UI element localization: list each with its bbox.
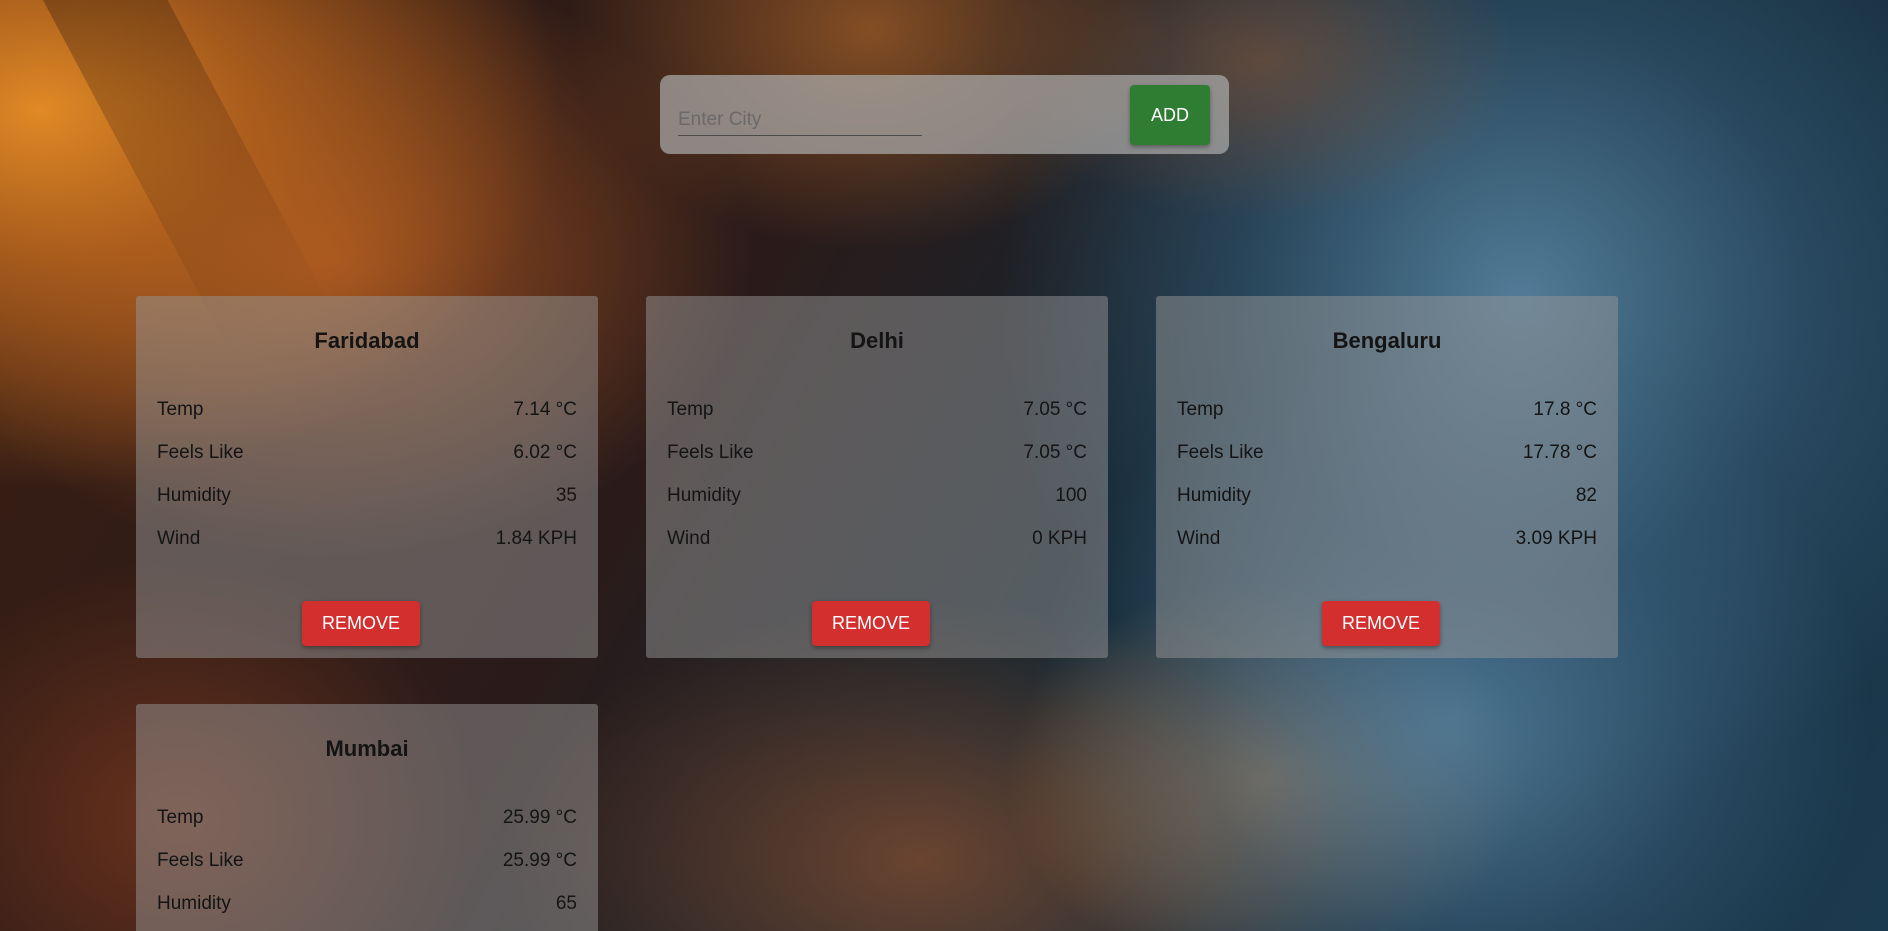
- wind-value: 3.09 KPH: [1515, 528, 1597, 549]
- city-name: Faridabad: [314, 328, 420, 353]
- wind-label: Wind: [667, 528, 711, 549]
- temp-row: Temp 17.8 °C: [1177, 399, 1597, 425]
- feels-like-row: Feels Like 25.99 °C: [157, 850, 577, 876]
- city-name: Delhi: [850, 328, 904, 353]
- temp-value: 17.8 °C: [1533, 399, 1597, 420]
- feels-like-value: 7.05 °C: [1023, 442, 1087, 463]
- wind-value: 1.84 KPH: [495, 528, 577, 549]
- wind-row: Wind 3.09 KPH: [1177, 528, 1597, 554]
- temp-label: Temp: [1177, 399, 1224, 420]
- temp-row: Temp 7.05 °C: [667, 399, 1087, 425]
- feels-like-value: 17.78 °C: [1522, 442, 1597, 463]
- humidity-row: Humidity 82: [1177, 485, 1597, 511]
- humidity-row: Humidity 65: [157, 893, 577, 919]
- humidity-label: Humidity: [1177, 485, 1251, 506]
- humidity-row: Humidity 100: [667, 485, 1087, 511]
- wind-label: Wind: [157, 528, 201, 549]
- remove-button[interactable]: REMOVE: [302, 601, 420, 646]
- humidity-value: 35: [555, 485, 577, 506]
- city-name: Mumbai: [325, 736, 409, 761]
- weather-card: Faridabad Temp 7.14 °C Feels Like 6.02 °…: [136, 296, 598, 658]
- feels-like-row: Feels Like 17.78 °C: [1177, 442, 1597, 468]
- temp-label: Temp: [157, 399, 204, 420]
- temp-value: 25.99 °C: [502, 807, 577, 828]
- remove-button[interactable]: REMOVE: [812, 601, 930, 646]
- weather-card: Delhi Temp 7.05 °C Feels Like 7.05 °C Hu…: [646, 296, 1108, 658]
- wind-value: 0 KPH: [1032, 528, 1087, 549]
- feels-like-value: 6.02 °C: [513, 442, 577, 463]
- feels-like-row: Feels Like 6.02 °C: [157, 442, 577, 468]
- humidity-row: Humidity 35: [157, 485, 577, 511]
- weather-card: Mumbai Temp 25.99 °C Feels Like 25.99 °C…: [136, 704, 598, 931]
- temp-row: Temp 25.99 °C: [157, 807, 577, 833]
- humidity-value: 65: [555, 893, 577, 914]
- remove-button[interactable]: REMOVE: [1322, 601, 1440, 646]
- humidity-label: Humidity: [157, 893, 231, 914]
- add-city-button[interactable]: ADD: [1130, 85, 1210, 145]
- temp-value: 7.14 °C: [513, 399, 577, 420]
- city-name: Bengaluru: [1332, 328, 1442, 353]
- city-input[interactable]: [678, 105, 922, 136]
- temp-value: 7.05 °C: [1023, 399, 1087, 420]
- weather-card: Bengaluru Temp 17.8 °C Feels Like 17.78 …: [1156, 296, 1618, 658]
- humidity-value: 82: [1575, 485, 1597, 506]
- feels-like-value: 25.99 °C: [502, 850, 577, 871]
- feels-like-label: Feels Like: [667, 442, 754, 463]
- humidity-label: Humidity: [667, 485, 741, 506]
- humidity-value: 100: [1055, 485, 1087, 506]
- wind-row: Wind 0 KPH: [667, 528, 1087, 554]
- wind-row: Wind 1.84 KPH: [157, 528, 577, 554]
- humidity-label: Humidity: [157, 485, 231, 506]
- temp-label: Temp: [157, 807, 204, 828]
- temp-row: Temp 7.14 °C: [157, 399, 577, 425]
- temp-label: Temp: [667, 399, 714, 420]
- feels-like-row: Feels Like 7.05 °C: [667, 442, 1087, 468]
- feels-like-label: Feels Like: [157, 850, 244, 871]
- feels-like-label: Feels Like: [157, 442, 244, 463]
- feels-like-label: Feels Like: [1177, 442, 1264, 463]
- add-city-bar: ADD: [660, 75, 1229, 154]
- wind-label: Wind: [1177, 528, 1221, 549]
